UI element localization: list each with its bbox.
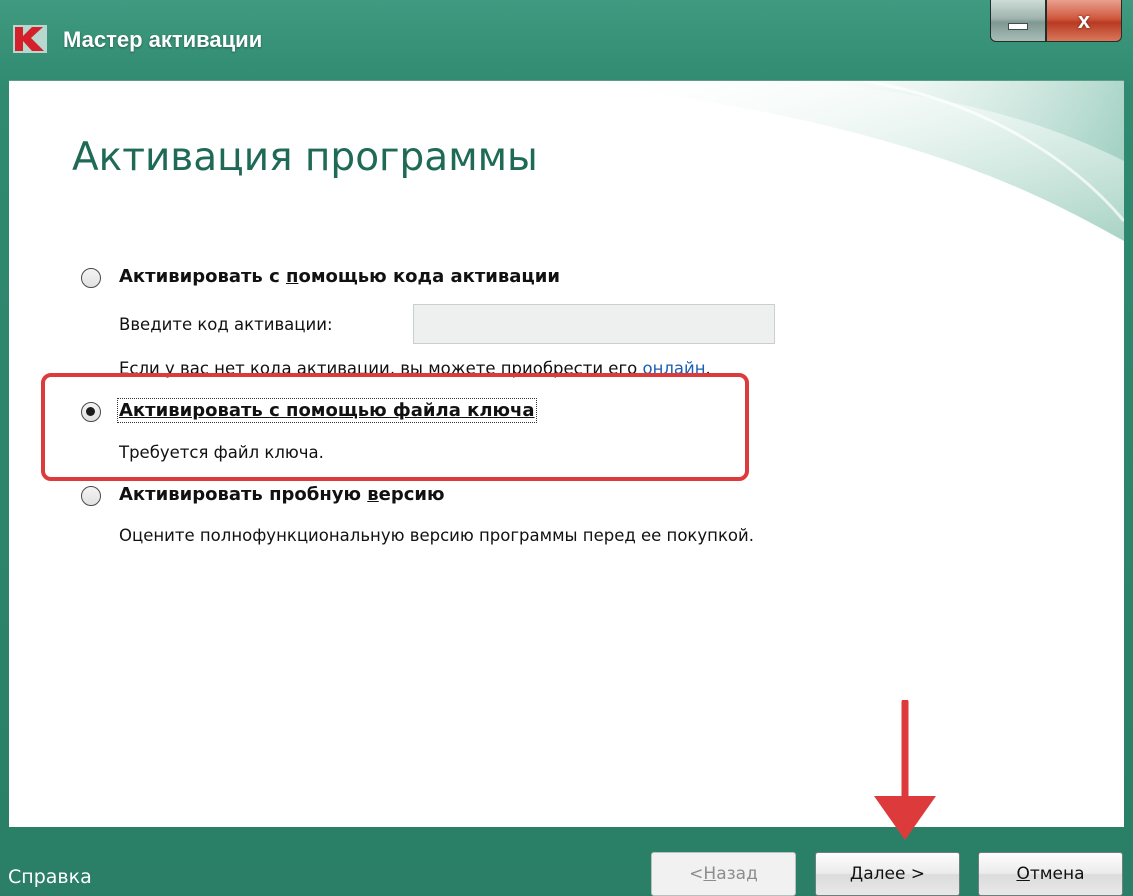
button-accel: О [1016, 864, 1030, 884]
minimize-icon [1008, 23, 1028, 30]
button-text: азад [716, 864, 758, 884]
button-accel: Н [703, 864, 717, 884]
label-accel: в [367, 484, 379, 505]
back-button[interactable]: < Назад [651, 852, 796, 896]
button-accel: Д [849, 864, 864, 884]
option-key-file-label[interactable]: Активировать с помощью файла ключа [117, 398, 537, 423]
radio-activation-code[interactable] [81, 268, 101, 288]
radio-key-file[interactable] [81, 402, 101, 422]
cancel-button[interactable]: Отмена [978, 852, 1123, 896]
radio-trial[interactable] [81, 486, 101, 506]
close-button[interactable]: x [1046, 0, 1122, 42]
title-bar[interactable]: Мастер активации x [0, 0, 1133, 80]
help-link[interactable]: Справка [8, 866, 92, 888]
label-part: ерсию [378, 484, 445, 505]
minimize-button[interactable] [990, 0, 1046, 42]
online-link[interactable]: онлайн [642, 359, 705, 378]
window-title: Мастер активации [63, 27, 263, 52]
highlight-annotation [41, 373, 749, 481]
label-part: Активировать с [119, 266, 287, 287]
activation-code-label: Введите код активации: [119, 315, 333, 334]
button-text: тмена [1029, 864, 1085, 884]
next-button[interactable]: Далее > [815, 852, 960, 896]
activation-wizard-window: Мастер активации x Активация программы А… [0, 0, 1133, 896]
decorative-swoosh [564, 81, 1124, 241]
kaspersky-logo-icon [13, 25, 47, 53]
wizard-content: Активация программы Активировать с помощ… [9, 80, 1124, 827]
activation-code-input[interactable] [413, 304, 775, 344]
button-text: алее > [863, 864, 926, 884]
close-icon: x [1077, 7, 1091, 33]
label-part: Активировать пробную [119, 484, 368, 505]
label-part: омощью кода активации [298, 266, 560, 287]
hint-text: . [705, 359, 711, 378]
option-trial-description: Оцените полнофункциональную версию прогр… [119, 526, 754, 545]
hint-text: Если у вас нет кода активации, вы можете… [119, 359, 643, 378]
option-key-file-description: Требуется файл ключа. [119, 443, 324, 462]
activation-code-hint: Если у вас нет кода активации, вы можете… [119, 359, 711, 378]
wizard-footer: Справка < Назад Далее > Отмена [0, 826, 1133, 896]
option-activation-code-label[interactable]: Активировать с помощью кода активации [119, 266, 560, 287]
page-title: Активация программы [72, 135, 538, 180]
button-text: < [689, 864, 704, 884]
label-accel: п [286, 266, 299, 287]
option-trial-label[interactable]: Активировать пробную версию [119, 484, 445, 505]
